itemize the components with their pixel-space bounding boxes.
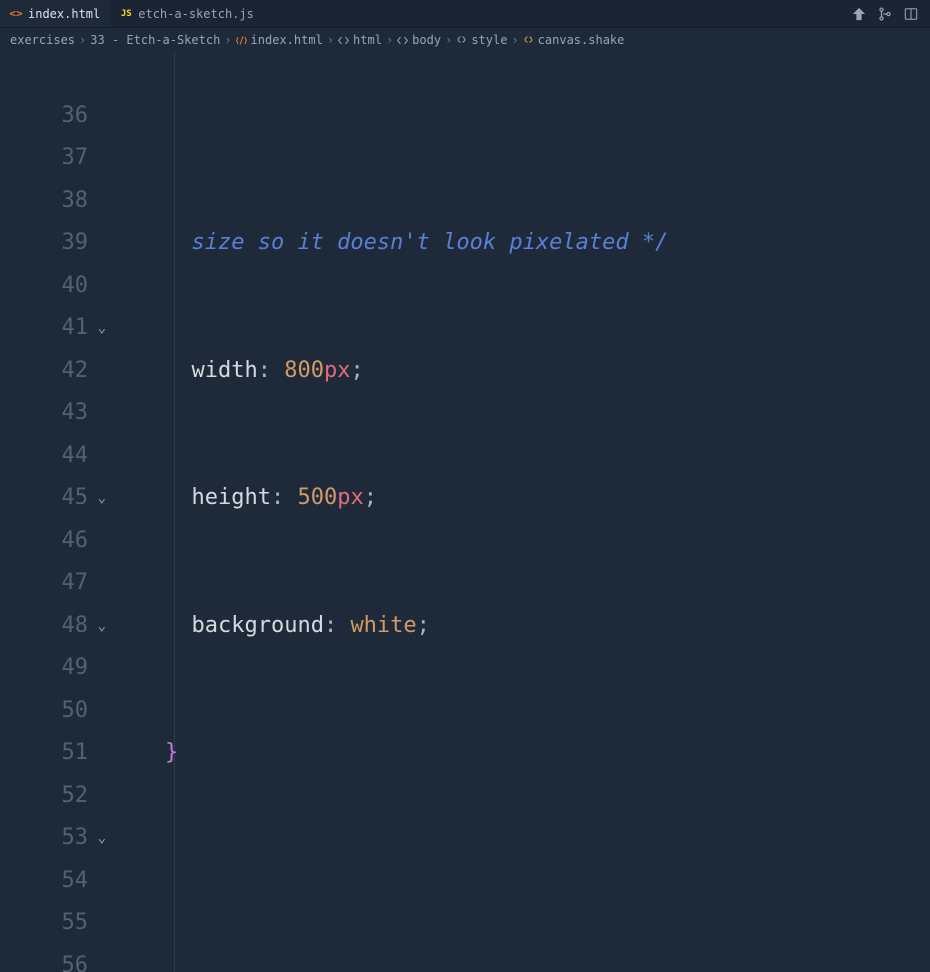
tab-bar: <> index.html JS etch-a-sketch.js: [0, 0, 930, 28]
line-number: 37: [0, 137, 88, 180]
breadcrumb[interactable]: exercises › 33 - Etch-a-Sketch › index.h…: [0, 28, 930, 52]
crumb-folder[interactable]: 33 - Etch-a-Sketch: [90, 33, 220, 47]
fold-chevron-icon[interactable]: ⌄: [98, 605, 106, 648]
line-number-gutter: 36 37 38 39 40 41⌄ 42 43 44 45⌄ 46 47 48…: [0, 52, 112, 972]
tab-index-html[interactable]: <> index.html: [0, 0, 110, 27]
code-area[interactable]: size so it doesn't look pixelated */ wid…: [112, 52, 930, 972]
html-file-icon: <>: [10, 8, 22, 20]
crumb-label: style: [471, 33, 507, 47]
line-number: 45⌄: [0, 477, 88, 520]
chevron-right-icon: ›: [445, 33, 452, 47]
line-number: 41⌄: [0, 307, 88, 350]
tab-label: index.html: [28, 7, 100, 21]
line-number: 52: [0, 775, 88, 818]
titlebar-actions: [852, 0, 930, 27]
line-number: [0, 52, 88, 95]
chevron-right-icon: ›: [511, 33, 518, 47]
line-number: 47: [0, 562, 88, 605]
code-line[interactable]: height: 500px;: [112, 477, 930, 520]
code-line[interactable]: background: white;: [112, 605, 930, 648]
line-number: 39: [0, 222, 88, 265]
fold-chevron-icon[interactable]: ⌄: [98, 307, 106, 350]
line-number: 56: [0, 945, 88, 972]
chevron-right-icon: ›: [224, 33, 231, 47]
chevron-right-icon: ›: [386, 33, 393, 47]
chevron-right-icon: ›: [327, 33, 334, 47]
line-number: 44: [0, 435, 88, 478]
crumb-label: html: [353, 33, 382, 47]
code-line[interactable]: size so it doesn't look pixelated */: [112, 222, 930, 265]
split-editor-icon[interactable]: [904, 7, 918, 21]
crumb-body[interactable]: body: [397, 33, 441, 47]
js-file-icon: JS: [120, 8, 132, 20]
fold-chevron-icon[interactable]: ⌄: [98, 477, 106, 520]
code-line[interactable]: width: 800px;: [112, 350, 930, 393]
line-number: 54: [0, 860, 88, 903]
line-number: 38: [0, 180, 88, 223]
tab-etch-a-sketch-js[interactable]: JS etch-a-sketch.js: [110, 0, 264, 27]
line-number: 46: [0, 520, 88, 563]
comment-text: size so it doesn't look pixelated */: [191, 230, 668, 255]
line-number: 51: [0, 732, 88, 775]
crumb-label: body: [412, 33, 441, 47]
tab-label: etch-a-sketch.js: [138, 7, 254, 21]
line-number: 36: [0, 95, 88, 138]
diff-icon[interactable]: [852, 7, 866, 21]
line-number: 43: [0, 392, 88, 435]
line-number: 55: [0, 902, 88, 945]
line-number: 49: [0, 647, 88, 690]
source-control-icon[interactable]: [878, 7, 892, 21]
line-number: 48⌄: [0, 605, 88, 648]
crumb-style[interactable]: style: [456, 33, 507, 47]
crumb-exercises[interactable]: exercises: [10, 33, 75, 47]
line-number: 42: [0, 350, 88, 393]
code-line[interactable]: }: [112, 732, 930, 775]
line-number: 50: [0, 690, 88, 733]
crumb-html[interactable]: html: [338, 33, 382, 47]
crumb-file[interactable]: index.html: [236, 33, 323, 47]
editor-area[interactable]: 36 37 38 39 40 41⌄ 42 43 44 45⌄ 46 47 48…: [0, 52, 930, 972]
fold-chevron-icon[interactable]: ⌄: [98, 817, 106, 860]
line-number: 53⌄: [0, 817, 88, 860]
crumb-label: canvas.shake: [538, 33, 625, 47]
crumb-label: index.html: [251, 33, 323, 47]
chevron-right-icon: ›: [79, 33, 86, 47]
code-line[interactable]: [112, 860, 930, 903]
line-number: 40: [0, 265, 88, 308]
crumb-selector[interactable]: canvas.shake: [523, 33, 625, 47]
